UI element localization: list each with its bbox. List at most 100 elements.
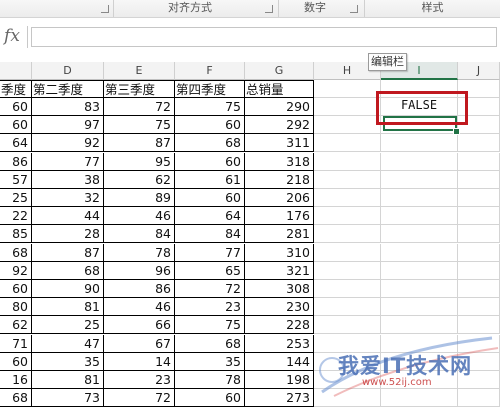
empty-cell[interactable] [381, 207, 458, 226]
number-launcher-icon[interactable] [350, 5, 358, 13]
table-cell[interactable]: 75 [175, 316, 245, 335]
table-cell[interactable]: 68 [0, 243, 32, 262]
table-cell[interactable]: 68 [32, 261, 104, 280]
table-cell[interactable]: 72 [104, 98, 175, 116]
table-cell[interactable]: 81 [32, 371, 104, 389]
formula-input[interactable] [31, 27, 497, 47]
table-cell[interactable]: 78 [104, 243, 175, 262]
empty-cell[interactable] [458, 298, 500, 317]
table-cell[interactable]: 81 [32, 298, 104, 317]
table-cell[interactable]: 273 [245, 389, 314, 407]
empty-cell[interactable] [314, 225, 381, 244]
table-cell[interactable]: 83 [32, 98, 104, 116]
empty-cell[interactable] [381, 152, 458, 171]
empty-cell[interactable] [314, 261, 381, 280]
alignment-launcher-icon[interactable] [265, 5, 273, 13]
empty-cell[interactable] [458, 170, 500, 189]
table-cell[interactable]: 46 [104, 207, 175, 226]
column-header-j[interactable]: J [458, 62, 500, 80]
table-cell[interactable]: 230 [245, 298, 314, 317]
table-cell[interactable]: 85 [0, 225, 32, 244]
table-header-cell[interactable]: 第四季度 [175, 80, 245, 98]
table-cell[interactable]: 92 [32, 134, 104, 153]
table-cell[interactable]: 23 [104, 371, 175, 389]
table-cell[interactable]: 60 [175, 189, 245, 207]
empty-cell[interactable] [458, 243, 500, 262]
empty-cell[interactable] [314, 98, 381, 116]
table-cell[interactable]: 308 [245, 280, 314, 298]
table-cell[interactable]: 66 [104, 316, 175, 335]
table-cell[interactable]: 198 [245, 371, 314, 389]
insert-function-button[interactable]: fx [0, 24, 24, 48]
table-cell[interactable]: 60 [0, 280, 32, 298]
empty-cell[interactable] [381, 243, 458, 262]
empty-cell[interactable] [314, 152, 381, 171]
table-cell[interactable]: 92 [0, 261, 32, 280]
table-cell[interactable]: 97 [32, 116, 104, 135]
table-cell[interactable]: 96 [104, 261, 175, 280]
table-cell[interactable]: 68 [175, 334, 245, 353]
table-cell[interactable]: 310 [245, 243, 314, 262]
table-cell[interactable]: 228 [245, 316, 314, 335]
table-header-cell[interactable]: 总销量 [245, 80, 314, 98]
table-cell[interactable]: 78 [175, 371, 245, 389]
table-cell[interactable]: 25 [0, 189, 32, 207]
table-cell[interactable]: 144 [245, 352, 314, 371]
table-cell[interactable]: 75 [175, 98, 245, 116]
empty-cell[interactable] [458, 225, 500, 244]
table-cell[interactable]: 75 [104, 116, 175, 135]
table-cell[interactable]: 22 [0, 207, 32, 226]
table-cell[interactable]: 84 [175, 225, 245, 244]
empty-cell[interactable] [314, 207, 381, 226]
table-cell[interactable]: 23 [175, 298, 245, 317]
table-cell[interactable]: 60 [175, 152, 245, 171]
empty-cell[interactable] [458, 280, 500, 298]
empty-cell[interactable] [458, 134, 500, 153]
table-cell[interactable]: 77 [32, 152, 104, 171]
table-cell[interactable]: 32 [32, 189, 104, 207]
table-cell[interactable]: 95 [104, 152, 175, 171]
empty-cell[interactable] [314, 80, 381, 98]
table-cell[interactable]: 253 [245, 334, 314, 353]
table-cell[interactable]: 25 [32, 316, 104, 335]
empty-cell[interactable] [381, 225, 458, 244]
empty-cell[interactable] [381, 261, 458, 280]
table-header-cell[interactable]: 第三季度 [104, 80, 175, 98]
table-cell[interactable]: 67 [104, 334, 175, 353]
empty-cell[interactable] [314, 298, 381, 317]
table-cell[interactable]: 60 [0, 116, 32, 135]
table-cell[interactable]: 206 [245, 189, 314, 207]
table-cell[interactable]: 44 [32, 207, 104, 226]
column-header-d[interactable]: D [32, 62, 104, 80]
table-cell[interactable]: 86 [104, 280, 175, 298]
table-cell[interactable]: 57 [0, 170, 32, 189]
table-cell[interactable]: 47 [32, 334, 104, 353]
table-cell[interactable]: 46 [104, 298, 175, 317]
table-cell[interactable]: 64 [175, 207, 245, 226]
empty-cell[interactable] [381, 170, 458, 189]
table-cell[interactable]: 28 [32, 225, 104, 244]
table-cell[interactable]: 321 [245, 261, 314, 280]
empty-cell[interactable] [381, 134, 458, 153]
table-cell[interactable]: 318 [245, 152, 314, 171]
table-cell[interactable]: 60 [0, 352, 32, 371]
table-cell[interactable]: 90 [32, 280, 104, 298]
table-cell[interactable]: 281 [245, 225, 314, 244]
empty-cell[interactable] [314, 134, 381, 153]
table-cell[interactable]: 16 [0, 371, 32, 389]
table-cell[interactable]: 68 [0, 389, 32, 407]
empty-cell[interactable] [314, 189, 381, 207]
table-cell[interactable]: 61 [175, 170, 245, 189]
table-cell[interactable]: 62 [104, 170, 175, 189]
column-header-c[interactable] [0, 62, 32, 80]
table-cell[interactable]: 60 [175, 389, 245, 407]
table-cell[interactable]: 14 [104, 352, 175, 371]
table-header-cell[interactable]: 第二季度 [32, 80, 104, 98]
table-cell[interactable]: 87 [104, 134, 175, 153]
table-cell[interactable]: 65 [175, 261, 245, 280]
table-cell[interactable]: 84 [104, 225, 175, 244]
table-cell[interactable]: 60 [175, 116, 245, 135]
table-cell[interactable]: 218 [245, 170, 314, 189]
table-cell[interactable]: 38 [32, 170, 104, 189]
table-cell[interactable]: 311 [245, 134, 314, 153]
